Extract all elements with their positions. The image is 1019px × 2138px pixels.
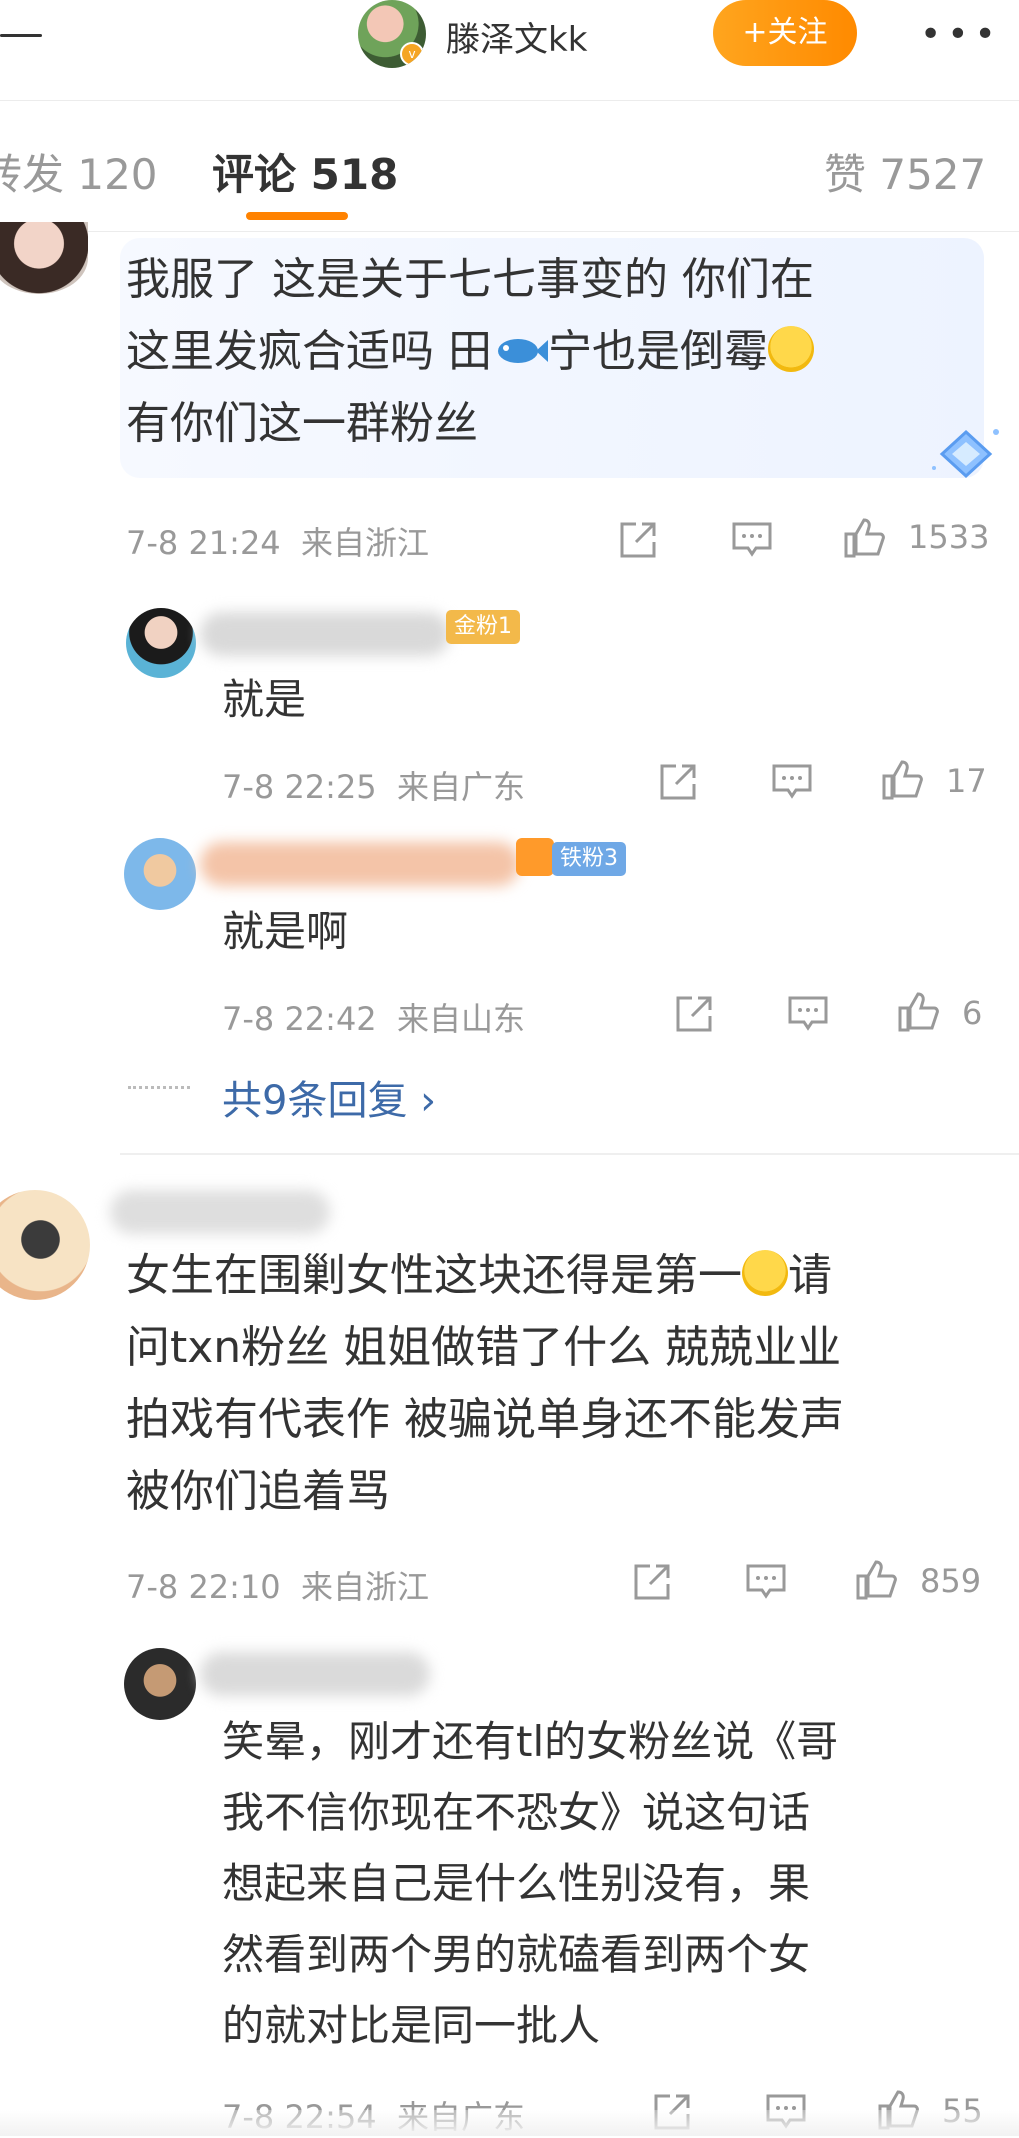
- comment-meta: 7-8 22:10 来自浙江: [126, 1568, 430, 1606]
- reply-username[interactable]: [200, 612, 450, 656]
- active-tab-indicator: [246, 212, 348, 220]
- reply-text: 笑晕，刚才还有tl的女粉丝说《哥 我不信你现在不恐女》说这句话 想起来自己是什么…: [222, 1717, 839, 2050]
- comment-text: 我服了 这是关于七七事变的 你们在 这里发疯合适吗 田宁也是倒霉 有你们这一群粉…: [126, 254, 814, 449]
- like-count: 6: [962, 994, 983, 1032]
- tab-like[interactable]: 赞 7527: [824, 141, 986, 202]
- like-icon[interactable]: [854, 1558, 898, 1602]
- reply-username[interactable]: [200, 842, 520, 886]
- laughing-crying-emoji-icon: [742, 1250, 788, 1296]
- like-icon[interactable]: [880, 758, 924, 802]
- like-count: 17: [946, 762, 987, 800]
- like-icon[interactable]: [896, 990, 940, 1034]
- bottom-fade: [0, 2110, 1019, 2136]
- more-options-icon[interactable]: •••: [920, 14, 1002, 55]
- view-more-replies-link[interactable]: 共9条回复 ›: [222, 1068, 436, 1126]
- reply-text: 就是: [222, 675, 307, 724]
- reply-text: 就是啊: [222, 907, 349, 956]
- commenter-username[interactable]: [110, 1190, 330, 1234]
- reply-avatar[interactable]: [126, 608, 196, 678]
- back-icon[interactable]: [0, 34, 42, 37]
- reply-meta: 7-8 22:42 来自山东: [222, 1000, 526, 1038]
- commenter-avatar[interactable]: [0, 222, 88, 294]
- reply-avatar[interactable]: [124, 1648, 196, 1720]
- diamond-decoration-icon: [932, 429, 999, 479]
- share-icon[interactable]: [630, 1560, 674, 1604]
- commenter-avatar[interactable]: [0, 1190, 90, 1300]
- comment-meta: 7-8 21:24 来自浙江: [126, 524, 430, 562]
- comment-icon[interactable]: [786, 992, 830, 1036]
- comment-icon[interactable]: [730, 518, 774, 562]
- author-name[interactable]: 滕泽文kk: [446, 12, 587, 61]
- comment-divider: [120, 1153, 1019, 1155]
- like-count: 1533: [908, 518, 990, 556]
- sweat-emoji-icon: [768, 326, 814, 372]
- like-icon[interactable]: [842, 516, 886, 560]
- fan-level-icon: [516, 838, 554, 876]
- top-bar: v 滕泽文kk +关注 •••: [0, 0, 1019, 101]
- tab-bar: 转发 120 评论 518 赞 7527: [0, 101, 1019, 232]
- author-avatar[interactable]: v: [358, 0, 426, 68]
- comment-text: 女生在围剿女性这块还得是第一请 问txn粉丝 姐姐做错了什么 兢兢业业 拍戏有代…: [126, 1250, 844, 1517]
- verified-badge-icon: v: [400, 42, 424, 66]
- reply-meta: 7-8 22:25 来自广东: [222, 768, 526, 806]
- tab-repost[interactable]: 转发 120: [0, 141, 158, 202]
- follow-button[interactable]: +关注: [713, 0, 857, 66]
- comment-icon[interactable]: [770, 760, 814, 804]
- reply-thread-dots: [128, 1086, 190, 1089]
- share-icon[interactable]: [616, 518, 660, 562]
- fan-badge: 金粉1: [446, 610, 520, 644]
- reply-avatar[interactable]: [124, 838, 196, 910]
- like-count: 859: [920, 1562, 982, 1600]
- fan-badge: 铁粉3: [552, 842, 626, 876]
- tab-comment[interactable]: 评论 518: [212, 141, 398, 202]
- reply-username[interactable]: [200, 1652, 430, 1696]
- share-icon[interactable]: [672, 992, 716, 1036]
- comment-icon[interactable]: [744, 1560, 788, 1604]
- fish-emoji-icon: [498, 339, 548, 363]
- share-icon[interactable]: [656, 760, 700, 804]
